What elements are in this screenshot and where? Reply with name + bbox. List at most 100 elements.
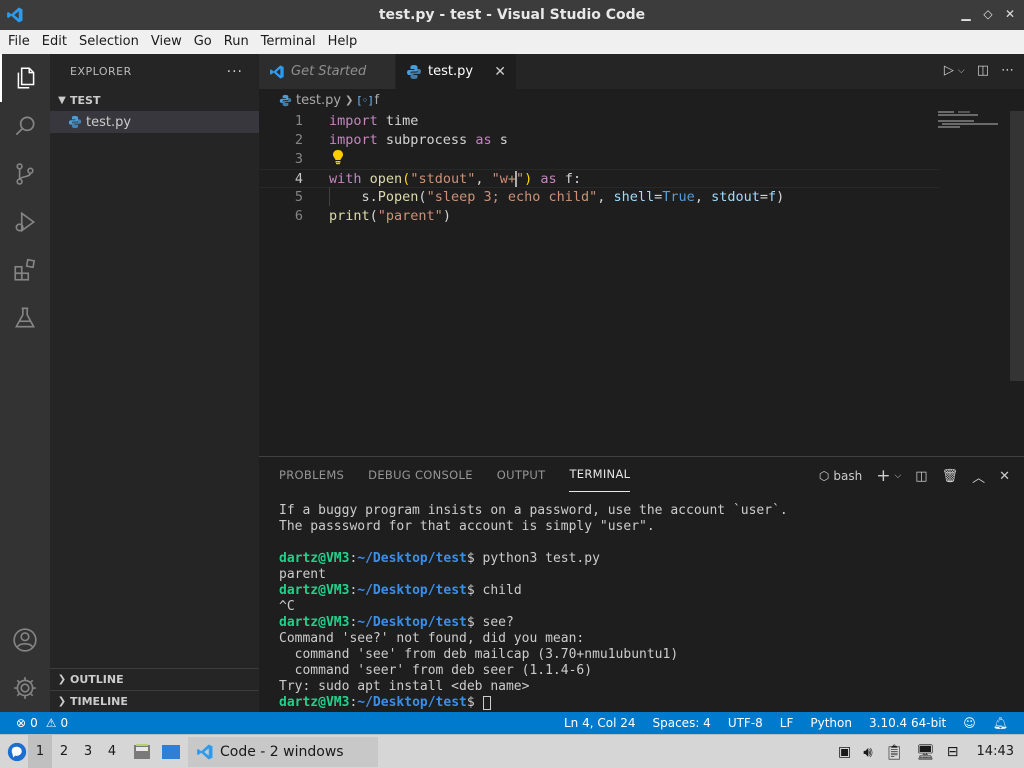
editor-tabs-bar: Get Started test.py ✕ ▷ ⌵ ◫ ⋯ bbox=[259, 54, 1024, 89]
task-vscode[interactable]: Code - 2 windows bbox=[188, 736, 378, 767]
folder-section-test[interactable]: ▼ TEST bbox=[50, 89, 259, 111]
clipboard-icon[interactable]: 📋︎ bbox=[885, 743, 904, 761]
encoding[interactable]: UTF-8 bbox=[728, 716, 763, 730]
split-terminal-icon[interactable]: ◫ bbox=[915, 469, 927, 484]
code-line[interactable]: 4 with open("stdout", "w+") as f: bbox=[259, 169, 939, 188]
menu-terminal[interactable]: Terminal bbox=[255, 30, 322, 54]
manage-button[interactable] bbox=[0, 664, 50, 712]
tab-output[interactable]: OUTPUT bbox=[497, 457, 546, 492]
close-panel-icon[interactable]: ✕ bbox=[999, 469, 1010, 484]
feedback-icon[interactable]: ☺ bbox=[963, 716, 976, 730]
close-window-icon[interactable]: ✕ bbox=[1004, 7, 1016, 21]
terminal-output[interactable]: If a buggy program insists on a password… bbox=[279, 503, 1009, 711]
terminal-icon: ⬡ bbox=[818, 469, 830, 483]
tab-test-py[interactable]: test.py ✕ bbox=[396, 54, 516, 89]
code-line[interactable]: 1 import time bbox=[259, 112, 939, 131]
file-manager-icon[interactable] bbox=[132, 742, 152, 762]
menu-file[interactable]: File bbox=[2, 30, 36, 54]
search-button[interactable] bbox=[0, 102, 50, 150]
minimize-icon[interactable]: ▁ bbox=[960, 7, 972, 21]
code-token: as bbox=[540, 171, 557, 187]
code-token: ) bbox=[776, 189, 785, 205]
workspace-4[interactable]: 4 bbox=[100, 735, 124, 768]
code-line[interactable]: 5 s.Popen("sleep 3; echo child", shell = T… bbox=[259, 188, 939, 207]
line-number: 6 bbox=[294, 208, 303, 224]
code-line[interactable]: 6 print("parent") bbox=[259, 207, 939, 226]
close-tab-icon[interactable]: ✕ bbox=[494, 64, 506, 80]
outline-section[interactable]: ❯ OUTLINE bbox=[50, 668, 259, 690]
split-editor-icon[interactable]: ◫ bbox=[977, 63, 989, 79]
workspace-1[interactable]: 1 bbox=[28, 734, 52, 768]
menu-go[interactable]: Go bbox=[188, 30, 218, 54]
code-editor[interactable]: 1 import time 2 import subprocess as s 3 4 wit… bbox=[259, 111, 1024, 456]
testing-button[interactable] bbox=[0, 294, 50, 342]
window-list-icon[interactable]: ▣ bbox=[838, 744, 851, 760]
maximize-icon[interactable]: ◇ bbox=[982, 7, 994, 21]
tab-terminal[interactable]: TERMINAL bbox=[569, 457, 631, 492]
more-actions-icon[interactable]: ⋯ bbox=[1001, 63, 1014, 79]
minimap[interactable] bbox=[938, 111, 1008, 151]
run-debug-button[interactable] bbox=[0, 198, 50, 246]
code-token: " bbox=[516, 171, 525, 187]
prompt-user: dartz@VM3 bbox=[279, 583, 350, 598]
code-line[interactable]: 2 import subprocess as s bbox=[259, 131, 939, 150]
code-text: s.Popen("sleep 3; echo child", shell = Tru… bbox=[329, 188, 785, 207]
menu-view[interactable]: View bbox=[145, 30, 188, 54]
prompt-command: $ child bbox=[466, 583, 522, 598]
folder-name: TEST bbox=[70, 93, 101, 107]
code-token: , bbox=[475, 171, 492, 187]
status-problems[interactable]: ⊗ 0 ⚠ 0 bbox=[0, 716, 68, 730]
accounts-button[interactable] bbox=[0, 616, 50, 664]
tab-debug-console[interactable]: DEBUG CONSOLE bbox=[368, 457, 473, 492]
timeline-section[interactable]: ❯ TIMELINE bbox=[50, 690, 259, 712]
workspace-2[interactable]: 2 bbox=[52, 735, 76, 768]
tab-problems[interactable]: PROBLEMS bbox=[279, 457, 344, 492]
python-interpreter[interactable]: 3.10.4 64-bit bbox=[869, 716, 946, 730]
code-line[interactable]: 3 bbox=[259, 150, 939, 169]
run-file-icon[interactable]: ▷ bbox=[944, 63, 954, 79]
editor-actions: ▷ ⌵ ◫ ⋯ bbox=[944, 63, 1014, 79]
end-of-line[interactable]: LF bbox=[780, 716, 794, 730]
code-token: subprocess bbox=[377, 132, 476, 148]
explorer-button[interactable] bbox=[0, 54, 50, 102]
vscode-logo-icon bbox=[270, 64, 284, 79]
menu-edit[interactable]: Edit bbox=[36, 30, 73, 54]
trash-icon[interactable]: 🗑 bbox=[942, 469, 959, 484]
network-icon[interactable]: ⊟ bbox=[947, 744, 959, 760]
chevron-down-icon[interactable]: ⌵ bbox=[894, 471, 901, 481]
editor-scrollbar[interactable] bbox=[1010, 111, 1024, 381]
menu-selection[interactable]: Selection bbox=[73, 30, 145, 54]
start-menu-icon[interactable] bbox=[6, 741, 28, 763]
extensions-icon bbox=[14, 258, 36, 281]
desktop-icon[interactable] bbox=[160, 742, 182, 762]
menu-run[interactable]: Run bbox=[218, 30, 255, 54]
line-number: 1 bbox=[294, 113, 303, 129]
indentation[interactable]: Spaces: 4 bbox=[653, 716, 711, 730]
terminal-shell-selector[interactable]: ⬡ bash bbox=[819, 469, 862, 483]
code-text: import time bbox=[329, 112, 418, 131]
language-mode[interactable]: Python bbox=[810, 716, 852, 730]
chevron-right-icon: ❯ bbox=[57, 674, 67, 685]
volume-icon[interactable]: 🔊︎ bbox=[863, 743, 872, 761]
python-file-icon bbox=[68, 115, 82, 129]
workspace-3[interactable]: 3 bbox=[76, 735, 100, 768]
breadcrumb-file[interactable]: test.py bbox=[296, 93, 341, 108]
file-item-test-py[interactable]: test.py bbox=[50, 111, 259, 133]
menu-help[interactable]: Help bbox=[322, 30, 364, 54]
maximize-panel-icon[interactable]: ︿ bbox=[972, 467, 985, 486]
breadcrumb-symbol[interactable]: f bbox=[375, 93, 380, 108]
extensions-button[interactable] bbox=[0, 246, 50, 294]
cursor-position[interactable]: Ln 4, Col 24 bbox=[564, 716, 636, 730]
bell-icon[interactable]: 🔔︎ bbox=[993, 716, 1008, 730]
add-terminal-icon[interactable]: + bbox=[876, 466, 890, 486]
python-file-icon bbox=[279, 94, 292, 106]
window-controls: ▁ ◇ ✕ bbox=[960, 7, 1016, 21]
tab-get-started[interactable]: Get Started bbox=[259, 54, 395, 89]
screen-icon[interactable]: 🖥︎ bbox=[916, 743, 935, 761]
lightbulb-icon[interactable] bbox=[331, 149, 345, 165]
chevron-down-icon[interactable]: ⌵ bbox=[958, 63, 965, 79]
clock: 14:43 bbox=[976, 744, 1014, 759]
more-actions-icon[interactable]: ··· bbox=[227, 64, 243, 80]
source-control-button[interactable] bbox=[0, 150, 50, 198]
code-token: time bbox=[377, 113, 419, 129]
